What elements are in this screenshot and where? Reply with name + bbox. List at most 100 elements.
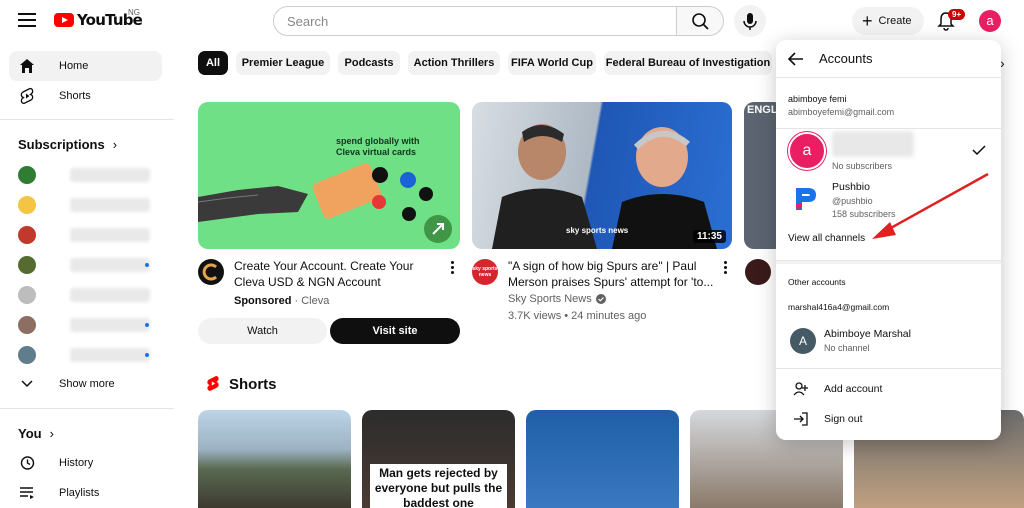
sign-out-button[interactable]: Sign out	[776, 408, 1001, 430]
chevron-down-icon	[18, 375, 36, 393]
add-person-icon	[790, 381, 812, 397]
short-thumbnail[interactable]	[526, 410, 679, 508]
watch-button[interactable]: Watch	[198, 318, 327, 344]
ad-thumbnail[interactable]: spend globally with Cleva virtual cards	[198, 102, 460, 249]
more-options-icon[interactable]	[724, 261, 728, 274]
channel-avatar[interactable]	[745, 259, 771, 285]
short-thumbnail[interactable]: Man gets rejected by everyone but pulls …	[362, 410, 515, 508]
playlists-icon	[18, 484, 36, 502]
microphone-icon	[743, 13, 757, 30]
chip-podcasts[interactable]: Podcasts	[338, 51, 400, 75]
chip-premier-league[interactable]: Premier League	[236, 51, 330, 75]
subscription-channel[interactable]	[18, 315, 158, 335]
chip-action-thrillers[interactable]: Action Thrillers	[408, 51, 500, 75]
subscription-channel[interactable]	[18, 165, 158, 185]
voice-search-button[interactable]	[734, 5, 766, 37]
create-label: Create	[878, 15, 912, 27]
new-content-dot	[145, 263, 149, 267]
ad-channel-name: Cleva	[301, 295, 330, 307]
blurred-channel-name	[832, 131, 914, 157]
other-account-status: No channel	[824, 343, 870, 353]
verified-icon	[595, 294, 606, 304]
create-button[interactable]: + Create	[852, 7, 924, 35]
chip-fifa-world-cup[interactable]: FIFA World Cup	[508, 51, 596, 75]
panel-section-divider	[776, 260, 1001, 264]
history-icon	[18, 454, 36, 472]
accounts-panel-header: Accounts	[776, 40, 1001, 78]
subscription-channel[interactable]	[18, 225, 158, 245]
chevron-right-icon: ›	[49, 426, 54, 441]
notification-badge: 9+	[948, 9, 966, 20]
selected-channel-row[interactable]: a No subscribers	[776, 129, 1001, 171]
chip-federal-bureau-of-investigation[interactable]: Federal Bureau of Investigation	[604, 51, 772, 75]
sidebar-item-shorts[interactable]: Shorts	[9, 81, 162, 111]
checkmark-icon	[972, 145, 986, 155]
sign-out-label: Sign out	[824, 413, 863, 425]
blurred-channel-name	[70, 318, 150, 332]
channel-avatar	[18, 286, 36, 304]
show-more-label: Show more	[59, 378, 115, 390]
ad-thumb-line: Cleva virtual cards	[336, 147, 417, 157]
channel-avatar: a	[788, 132, 826, 170]
add-account-button[interactable]: Add account	[776, 378, 1001, 400]
chip-all[interactable]: All	[198, 51, 228, 75]
search-box	[273, 6, 677, 36]
back-arrow-icon[interactable]	[787, 51, 805, 66]
video-thumbnail[interactable]: sky sports news 11:35	[472, 102, 732, 249]
search-input[interactable]	[287, 13, 676, 29]
accounts-panel-title: Accounts	[819, 51, 873, 66]
video-title-line: Merson praises Spurs' attempt for 'to...	[508, 275, 714, 289]
shorts-section-heading: Shorts	[206, 375, 277, 393]
subscription-channel[interactable]	[18, 255, 158, 275]
search-button[interactable]	[676, 6, 724, 36]
show-more-button[interactable]: Show more	[9, 369, 162, 399]
other-account-name: Abimboye Marshal	[824, 328, 911, 340]
subscription-channel[interactable]	[18, 195, 158, 215]
channel-avatar	[18, 346, 36, 364]
view-all-channels-link[interactable]: View all channels	[788, 233, 865, 244]
video-channel[interactable]: Sky Sports News	[508, 293, 606, 305]
subscription-channel[interactable]	[18, 345, 158, 365]
video-title[interactable]: "A sign of how big Spurs are" | Paul Mer…	[508, 258, 728, 290]
subscriptions-heading[interactable]: Subscriptions ›	[18, 137, 117, 152]
sky-sports-channel-avatar[interactable]: sky sports news	[472, 259, 498, 285]
sidebar-divider	[0, 408, 174, 409]
subscription-channel[interactable]	[18, 285, 158, 305]
ad-title-line: Cleva USD & NGN Account	[234, 275, 381, 289]
sponsored-label: Sponsored	[234, 295, 292, 307]
blurred-channel-name	[70, 198, 150, 212]
sky-sports-avatar-text: sky sports news	[472, 266, 498, 278]
panel-divider	[776, 368, 1001, 369]
sidebar-item-playlists[interactable]: Playlists	[9, 478, 162, 508]
more-options-icon[interactable]	[451, 261, 455, 274]
sidebar-item-home[interactable]: Home	[9, 51, 162, 81]
sidebar-item-label: Home	[59, 60, 89, 72]
sidebar-item-label: History	[59, 457, 94, 469]
menu-icon[interactable]	[18, 13, 36, 27]
blurred-channel-name	[70, 258, 150, 272]
add-account-label: Add account	[824, 383, 883, 395]
home-icon	[18, 57, 36, 75]
you-heading-label: You	[18, 426, 42, 441]
channel-avatar	[18, 226, 36, 244]
blurred-channel-name	[70, 168, 150, 182]
video-channel-name: Sky Sports News	[508, 293, 592, 305]
sky-sports-watermark: sky sports news	[566, 226, 629, 235]
sidebar-item-history[interactable]: History	[9, 448, 162, 478]
cleva-channel-avatar[interactable]	[198, 259, 224, 285]
channel-avatar	[18, 256, 36, 274]
you-heading[interactable]: You ›	[18, 426, 54, 441]
new-content-dot	[145, 323, 149, 327]
visit-site-button[interactable]: Visit site	[330, 318, 460, 344]
video-age: 24 minutes ago	[571, 310, 647, 322]
video-duration: 11:35	[692, 230, 726, 243]
top-bar: YouTube NG + Create 9+ a	[0, 0, 1024, 42]
sidebar-item-label: Shorts	[59, 90, 91, 102]
ad-meta: Sponsored · Cleva	[234, 295, 330, 307]
other-account-row[interactable]: A Abimboye Marshal No channel	[776, 324, 1001, 358]
channel-avatar	[18, 196, 36, 214]
account-avatar[interactable]: a	[979, 10, 1001, 32]
ad-title[interactable]: Create Your Account. Create Your Cleva U…	[234, 258, 444, 290]
primary-account-email: abimboyefemi@gmail.com	[788, 107, 895, 117]
short-thumbnail[interactable]	[198, 410, 351, 508]
